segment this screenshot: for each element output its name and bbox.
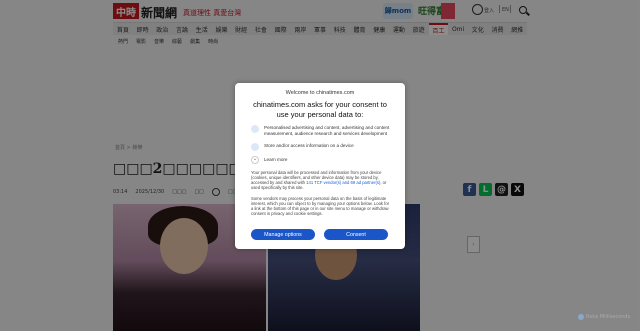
consent-purpose: Personalised advertising and content, ad… <box>251 125 391 136</box>
consent-heading: chinatimes.com asks for your consent to … <box>253 100 387 119</box>
device-icon <box>251 143 259 151</box>
consent-paragraph-1: Your personal data will be processed and… <box>251 170 391 190</box>
vendors-link[interactable]: 141 TCF vendor(s) and 69 ad partner(s) <box>306 180 380 185</box>
consent-purpose: Store and/or access information on a dev… <box>251 143 391 151</box>
watermark-text: Roka Milliseconds <box>586 314 631 320</box>
purpose-text: Personalised advertising and content, ad… <box>264 125 390 136</box>
consent-welcome: Welcome to chinatimes.com <box>285 90 355 96</box>
consent-button[interactable]: Consent <box>324 229 388 240</box>
consent-paragraph-2: Some vendors may process your personal d… <box>251 196 390 216</box>
chevron-down-icon[interactable]: ⌄ <box>251 156 259 164</box>
consent-dialog: Welcome to chinatimes.com chinatimes.com… <box>235 83 405 249</box>
watermark-icon <box>578 314 584 320</box>
person-icon <box>251 125 259 133</box>
purpose-text: Store and/or access information on a dev… <box>264 143 354 148</box>
learn-more-link[interactable]: Learn more <box>264 157 288 163</box>
watermark: Roka Milliseconds <box>578 314 630 320</box>
manage-options-button[interactable]: Manage options <box>251 229 315 240</box>
learn-more-row[interactable]: ⌄ Learn more <box>251 156 391 164</box>
